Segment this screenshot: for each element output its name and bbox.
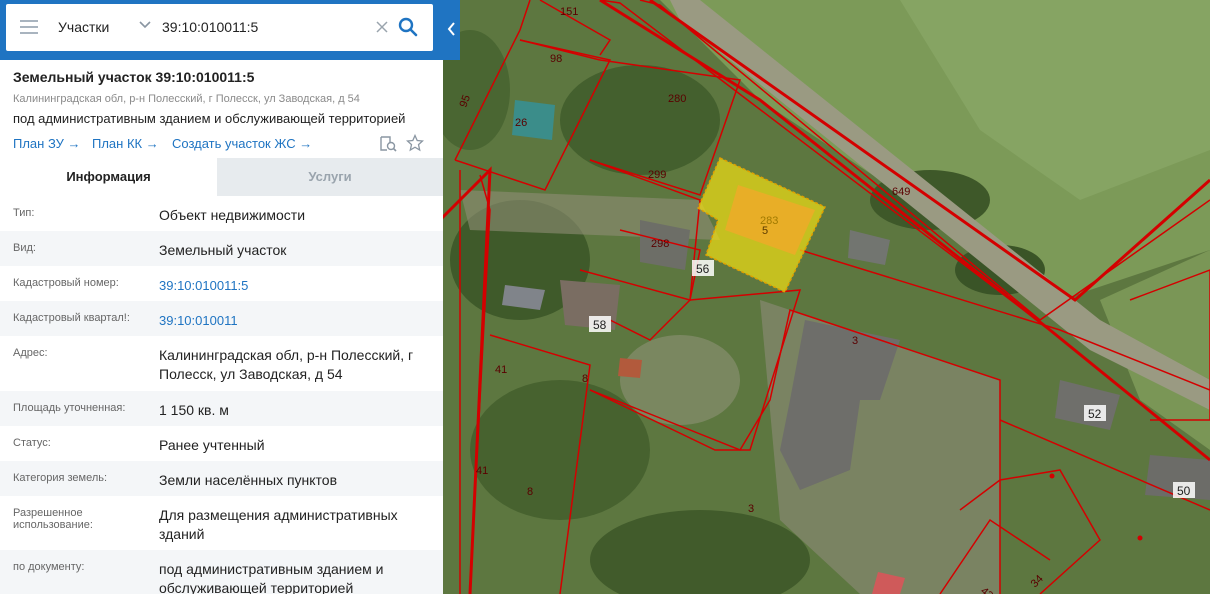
prop-row-status: Статус: Ранее учтенный	[0, 426, 443, 461]
menu-icon[interactable]	[20, 20, 38, 34]
marker-point	[1137, 535, 1143, 541]
marker-point	[1049, 473, 1055, 479]
collapse-panel-button[interactable]	[443, 0, 460, 60]
building-label-50-box: 50	[1173, 482, 1195, 498]
plot-label-151: 151	[560, 6, 578, 18]
create-plot-link[interactable]: Создать участок ЖС →	[172, 136, 312, 151]
building-label-56: 56	[696, 262, 710, 276]
prop-row-cad-quarter: Кадастровый квартал!: 39:10:010011	[0, 301, 443, 336]
plot-label-3b: 3	[748, 503, 754, 515]
prop-key: Вид:	[13, 242, 36, 254]
menu-line	[20, 20, 38, 22]
building-label-56-box: 56	[692, 260, 714, 276]
zoom-to-plot-icon[interactable]	[379, 135, 397, 153]
prop-value: Для размещения административных зданий	[159, 507, 398, 542]
plot-label-649: 649	[892, 186, 910, 198]
prop-value: Ранее учтенный	[159, 437, 265, 453]
prop-row-cad-number: Кадастровый номер: 39:10:010011:5	[0, 266, 443, 301]
plot-title: Земельный участок 39:10:010011:5	[13, 69, 255, 85]
prop-row-area: Площадь уточненная: 1 150 кв. м	[0, 391, 443, 426]
plot-label-8a: 8	[582, 373, 588, 385]
prop-value: 1 150 кв. м	[159, 402, 229, 418]
search-bar: Участки	[0, 0, 443, 60]
plot-label-8b: 8	[527, 486, 533, 498]
bare-yard-2	[620, 335, 740, 425]
search-type-select[interactable]: Участки	[58, 19, 109, 35]
prop-value: Земельный участок	[159, 242, 287, 258]
plot-label-41a: 41	[495, 364, 507, 376]
building-label-50: 50	[1177, 484, 1191, 498]
plan-kk-link[interactable]: План КК →	[92, 136, 159, 151]
menu-line	[20, 26, 38, 28]
plot-label-280: 280	[668, 93, 686, 105]
prop-value: Земли населённых пунктов	[159, 472, 338, 488]
close-icon[interactable]	[375, 20, 389, 34]
building-label-58-box: 58	[589, 316, 611, 332]
prop-value: Объект недвижимости	[159, 207, 306, 223]
plot-label-26: 26	[515, 117, 527, 129]
prop-key: Кадастровый номер:	[13, 277, 119, 289]
prop-row-address: Адрес: Калининградская обл, р-н Полесски…	[0, 336, 443, 391]
prop-key: Разрешенное использование:	[13, 507, 93, 531]
building-label-52-box: 52	[1084, 405, 1106, 421]
tab-info[interactable]: Информация	[0, 158, 217, 196]
search-input[interactable]	[162, 15, 367, 39]
prop-value: под административным зданием и обслужива…	[159, 561, 384, 594]
trees-2	[560, 65, 720, 175]
chevron-down-icon[interactable]	[138, 18, 152, 32]
cad-quarter-link[interactable]: 39:10:010011	[159, 311, 434, 330]
cad-number-link[interactable]: 39:10:010011:5	[159, 276, 434, 295]
properties-table: Тип: Объект недвижимости Вид: Земельный …	[0, 196, 443, 594]
building-label-52: 52	[1088, 407, 1102, 421]
plot-address: Калининградская обл, р-н Полесский, г По…	[13, 93, 360, 105]
plan-zu-link[interactable]: План ЗУ →	[13, 136, 81, 151]
prop-key: Адрес:	[13, 347, 48, 359]
prop-row-permitted-use: Разрешенное использование: Для размещени…	[0, 496, 443, 550]
plot-label-98: 98	[550, 53, 562, 65]
prop-key: Категория земель:	[13, 472, 108, 484]
plot-label-3a: 3	[852, 335, 858, 347]
search-box: Участки	[6, 4, 433, 51]
tab-services[interactable]: Услуги	[217, 158, 443, 196]
menu-line	[20, 32, 38, 34]
trees-3	[470, 380, 650, 520]
prop-key: по документу:	[13, 561, 85, 573]
plot-label-299: 299	[648, 169, 666, 181]
prop-row-kind: Вид: Земельный участок	[0, 231, 443, 266]
prop-row-type: Тип: Объект недвижимости	[0, 196, 443, 231]
prop-row-category: Категория земель: Земли населённых пункт…	[0, 461, 443, 496]
prop-key: Тип:	[13, 207, 35, 219]
search-icon[interactable]	[398, 17, 418, 37]
building-label-58: 58	[593, 318, 607, 332]
tabs: Информация Услуги	[0, 158, 443, 196]
prop-value: Калининградская обл, р-н Полесский, г По…	[159, 347, 414, 382]
prop-key: Кадастровый квартал!:	[13, 312, 130, 324]
prop-key: Площадь уточненная:	[13, 402, 126, 414]
prop-row-by-document: по документу: под административным здани…	[0, 550, 443, 594]
info-panel: Участки Земельный участок 39:10:010011:5…	[0, 0, 443, 594]
plot-purpose: под административным зданием и обслужива…	[13, 111, 406, 126]
plot-label-5: 5	[762, 225, 768, 237]
prop-key: Статус:	[13, 437, 51, 449]
plot-label-41b: 41	[476, 465, 488, 477]
roof-red	[618, 358, 642, 378]
star-icon[interactable]	[406, 134, 424, 152]
chevron-left-icon	[447, 22, 455, 36]
plot-label-298: 298	[651, 238, 669, 250]
